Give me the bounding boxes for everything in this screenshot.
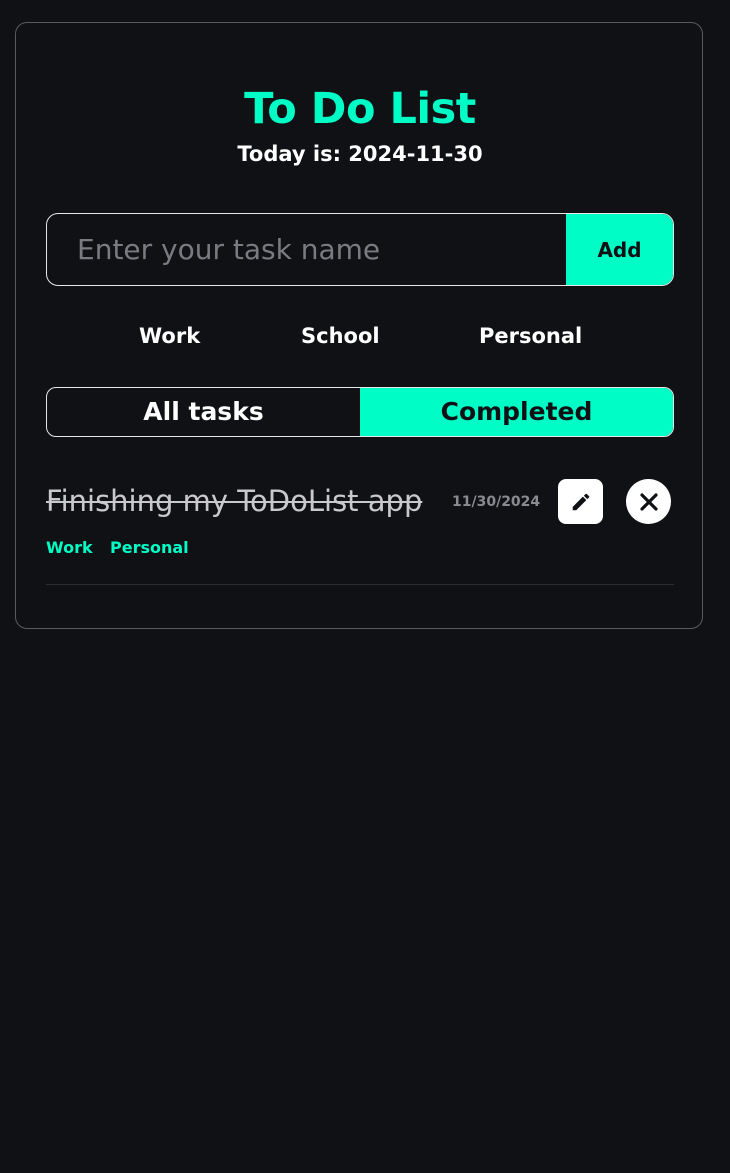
todo-card: To Do List Today is: 2024-11-30 Add Work… [15, 22, 703, 629]
task-tabs: All tasks Completed [46, 387, 674, 437]
tab-completed[interactable]: Completed [360, 388, 673, 436]
category-filters: Work School Personal [16, 320, 704, 352]
category-work[interactable]: Work [139, 320, 200, 352]
category-personal[interactable]: Personal [479, 320, 582, 352]
task-name: Finishing my ToDoList app [46, 484, 423, 518]
task-tag-work: Work [46, 538, 93, 557]
add-task-button[interactable]: Add [566, 214, 673, 285]
tab-all-tasks[interactable]: All tasks [47, 388, 360, 436]
today-date: Today is: 2024-11-30 [237, 142, 483, 166]
pencil-icon [572, 493, 589, 510]
delete-task-button[interactable] [626, 479, 671, 524]
task-tag-personal: Personal [110, 538, 189, 557]
edit-task-button[interactable] [558, 479, 603, 524]
task-name-input[interactable] [47, 214, 567, 285]
page-title: To Do List [244, 84, 476, 134]
task-date: 11/30/2024 [452, 494, 541, 510]
task-row: Finishing my ToDoList app 11/30/2024 Wor… [46, 473, 674, 585]
new-task-form: Add [46, 213, 674, 286]
category-school[interactable]: School [301, 320, 380, 352]
close-icon [639, 492, 658, 511]
